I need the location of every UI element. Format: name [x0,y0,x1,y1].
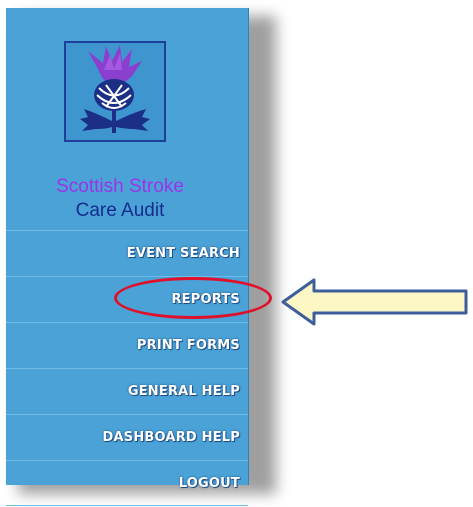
menu-item-event-search[interactable]: EVENT SEARCH [6,230,248,276]
sidebar: Scottish Stroke Care Audit EVENT SEARCH … [6,8,249,506]
menu-item-label: GENERAL HELP [127,384,240,399]
sidebar-menu: EVENT SEARCH REPORTS PRINT FORMS GENERAL… [6,230,248,506]
menu-item-label: EVENT SEARCH [126,246,240,261]
menu-item-label: DASHBOARD HELP [102,430,240,445]
highlight-ellipse [114,277,272,319]
thistle-icon [80,45,150,133]
brand-name-line2: Care Audit [75,200,165,221]
menu-item-label: PRINT FORMS [136,338,240,353]
menu-item-label: LOGOUT [178,475,240,491]
menu-item-logout[interactable]: LOGOUT [6,460,248,506]
brand-name-line1: Scottish Stroke [56,176,184,197]
logo[interactable] [64,41,166,142]
left-arrow-icon [281,278,468,326]
menu-item-general-help[interactable]: GENERAL HELP [6,368,248,414]
menu-item-print-forms[interactable]: PRINT FORMS [6,322,248,368]
menu-item-dashboard-help[interactable]: DASHBOARD HELP [6,414,248,460]
